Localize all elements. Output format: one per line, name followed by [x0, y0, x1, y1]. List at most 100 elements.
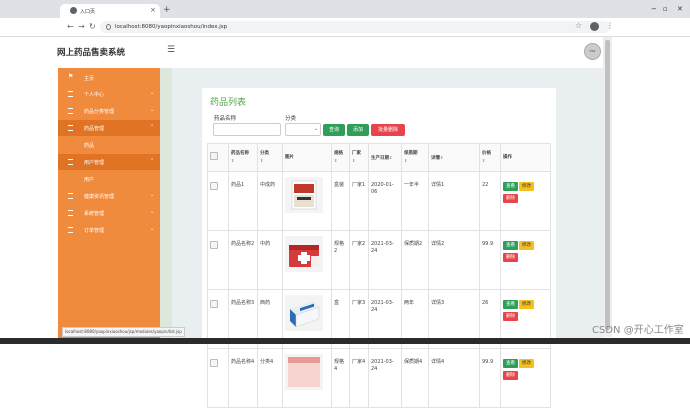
- row-checkbox[interactable]: [210, 359, 218, 367]
- avatar[interactable]: lisa: [584, 43, 601, 60]
- sidebar-item-home[interactable]: 主页 ⚑: [58, 70, 160, 86]
- cell-detail: 详情2: [428, 230, 480, 290]
- row-checkbox[interactable]: [210, 241, 218, 249]
- row-checkbox[interactable]: [210, 182, 218, 190]
- cell-actions: 查看 修改 删除: [500, 230, 551, 290]
- drug-image: [285, 295, 323, 331]
- table-row: 药品1 中成药 盒装 厂家1 2020-01-06 一年半 详情1 22 查看修…: [207, 171, 551, 231]
- delete-button[interactable]: 删除: [503, 312, 518, 321]
- col-header-shelf[interactable]: 保质期 ⇕: [401, 143, 429, 172]
- col-label: 药品名称: [231, 151, 249, 156]
- sidebar-item-label: 药品: [84, 143, 95, 149]
- sidebar-item-orders[interactable]: 订单管理 ⌄: [58, 222, 160, 238]
- sort-icon[interactable]: ⇕: [231, 158, 234, 163]
- col-header-spec[interactable]: 规格 ⇕: [331, 143, 350, 172]
- url-text[interactable]: localhost:8080/yaopinxiaoshou/index.jsp: [115, 24, 227, 30]
- sort-icon[interactable]: ⇕: [389, 155, 392, 160]
- sidebar-subitem-user[interactable]: 用户: [58, 171, 160, 187]
- col-header-date[interactable]: 生产日期⇕: [368, 143, 402, 172]
- status-bar-url: localhost:8080/yaopinxiaoshou/jsp/module…: [62, 327, 185, 337]
- category-label: 分类: [285, 116, 297, 122]
- bookmark-star-icon[interactable]: ☆: [575, 21, 582, 30]
- cell-category: 中药: [257, 230, 283, 290]
- sidebar-item-label: 健康资讯管理: [84, 194, 115, 200]
- sidebar: 主页 ⚑ 个人中心 ⌄ 药品分类管理 ⌄ 药品管理 ⌃ 药品 用户管理 ⌃ 用户…: [58, 68, 160, 338]
- cell-category: 中成药: [257, 171, 283, 231]
- select-all-cell[interactable]: [207, 143, 229, 172]
- profile-icon[interactable]: [590, 22, 599, 31]
- select-all-checkbox[interactable]: [210, 152, 218, 160]
- search-button[interactable]: 查询: [323, 124, 345, 136]
- globe-icon: [70, 7, 77, 14]
- sidebar-item-category[interactable]: 药品分类管理 ⌄: [58, 103, 160, 119]
- window-close-icon[interactable]: ✕: [677, 5, 683, 13]
- col-label: 价格: [482, 151, 491, 156]
- sort-icon[interactable]: ⇕: [482, 158, 485, 163]
- new-tab-button[interactable]: +: [163, 5, 171, 15]
- sidebar-item-system[interactable]: 系统管理 ⌄: [58, 205, 160, 221]
- view-button[interactable]: 查看: [503, 300, 518, 309]
- scrollbar-thumb[interactable]: [605, 40, 610, 330]
- minimize-icon[interactable]: −: [651, 5, 657, 13]
- reload-icon[interactable]: ↻: [89, 22, 96, 31]
- menu-toggle-icon[interactable]: ☰: [167, 45, 175, 55]
- view-button[interactable]: 查看: [503, 182, 518, 191]
- sort-icon[interactable]: ⇕: [260, 158, 263, 163]
- batch-delete-button[interactable]: 批量删除: [371, 124, 405, 136]
- sidebar-item-label: 用户: [84, 177, 95, 183]
- drug-image: [285, 354, 323, 390]
- edit-button[interactable]: 修改: [519, 359, 534, 368]
- cell-category: 分类4: [257, 348, 283, 408]
- sort-icon[interactable]: ⇕: [352, 158, 355, 163]
- col-header-maker[interactable]: 厂家 ⇕: [349, 143, 369, 172]
- delete-button[interactable]: 删除: [503, 253, 518, 262]
- delete-button[interactable]: 删除: [503, 371, 518, 380]
- cell-price: 99.9: [479, 348, 501, 408]
- chevron-down-icon: ⌄: [150, 107, 155, 113]
- view-button[interactable]: 查看: [503, 241, 518, 250]
- cell-date: 2021-03-24: [368, 230, 402, 290]
- row-select-cell[interactable]: [207, 171, 229, 231]
- col-label: 图片: [285, 155, 294, 160]
- back-icon[interactable]: ←: [67, 22, 74, 31]
- edit-button[interactable]: 修改: [519, 300, 534, 309]
- edit-button[interactable]: 修改: [519, 241, 534, 250]
- browser-menu-icon[interactable]: ⋮: [606, 21, 614, 30]
- info-icon[interactable]: [106, 24, 111, 30]
- cell-name: 药品1: [228, 171, 258, 231]
- sidebar-item-drugs[interactable]: 药品管理 ⌃: [58, 120, 160, 136]
- row-select-cell[interactable]: [207, 230, 229, 290]
- watermark: CSDN @开心工作室: [592, 325, 684, 336]
- row-checkbox[interactable]: [210, 300, 218, 308]
- chevron-down-icon: ⌄: [150, 90, 155, 96]
- sidebar-item-profile[interactable]: 个人中心 ⌄: [58, 86, 160, 102]
- col-header-price[interactable]: 价格 ⇕: [479, 143, 501, 172]
- col-label: 操作: [503, 155, 512, 160]
- maximize-icon[interactable]: ▫: [663, 5, 668, 13]
- cell-maker: 厂家2: [349, 230, 369, 290]
- close-tab-icon[interactable]: ×: [150, 6, 156, 14]
- sidebar-subitem-drug[interactable]: 药品: [58, 137, 160, 153]
- sort-icon[interactable]: ⇕: [334, 158, 337, 163]
- list-icon: [68, 193, 73, 199]
- row-select-cell[interactable]: [207, 348, 229, 408]
- drug-table: 药品名称 ⇕ 分类 ⇕ 图片 规格 ⇕ 厂家 ⇕ 生产日期⇕ 保质期 ⇕ 详情⇕ 价格 ⇕ …: [207, 143, 551, 408]
- forward-icon[interactable]: →: [78, 22, 85, 31]
- sidebar-item-health-news[interactable]: 健康资讯管理 ⌄: [58, 188, 160, 204]
- cell-image: [282, 230, 332, 290]
- col-header-detail[interactable]: 详情⇕: [428, 143, 480, 172]
- chevron-up-icon: ⌃: [150, 158, 155, 164]
- view-button[interactable]: 查看: [503, 359, 518, 368]
- col-header-category[interactable]: 分类 ⇕: [257, 143, 283, 172]
- edit-button[interactable]: 修改: [519, 182, 534, 191]
- sort-icon[interactable]: ⇕: [440, 155, 443, 160]
- drug-name-input[interactable]: [213, 123, 281, 136]
- sort-icon[interactable]: ⇕: [404, 158, 407, 163]
- list-icon: [68, 210, 73, 216]
- sidebar-item-label: 用户管理: [84, 160, 105, 166]
- col-header-name[interactable]: 药品名称 ⇕: [228, 143, 258, 172]
- add-button[interactable]: 添加: [347, 124, 369, 136]
- sidebar-item-users[interactable]: 用户管理 ⌃: [58, 154, 160, 170]
- delete-button[interactable]: 删除: [503, 194, 518, 203]
- cell-date: 2020-01-06: [368, 171, 402, 231]
